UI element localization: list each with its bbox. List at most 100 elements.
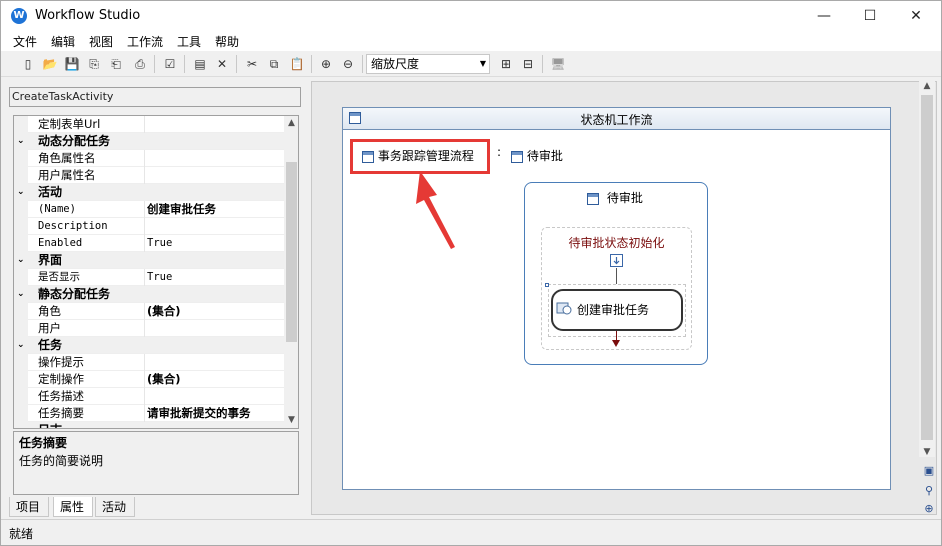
row-gutter	[14, 371, 28, 388]
import-icon[interactable]: ⎗	[107, 55, 125, 73]
pan-icon[interactable]: ⊕	[921, 501, 937, 517]
scroll-up-icon[interactable]: ▲	[284, 116, 298, 131]
state-chip-label: 事务跟踪管理流程	[377, 149, 474, 163]
property-row[interactable]: (Name) 创建审批任务	[14, 201, 284, 218]
category-label: 日志	[38, 422, 144, 428]
property-row[interactable]: 用户属性名	[14, 167, 284, 184]
state-chip-process[interactable]: 事务跟踪管理流程	[362, 147, 474, 164]
column-divider	[144, 167, 145, 184]
cut-icon[interactable]: ✂	[243, 55, 261, 73]
property-value[interactable]: True	[147, 269, 283, 285]
zoom-select[interactable]: 缩放尺度 ▼	[366, 54, 490, 74]
copy-icon[interactable]: ⧉	[265, 55, 283, 73]
tab-activities[interactable]: 活动	[95, 497, 135, 517]
row-gutter	[14, 354, 28, 371]
menu-edit[interactable]: 编辑	[51, 33, 75, 50]
open-folder-icon[interactable]: 📂	[41, 55, 59, 73]
scroll-up-icon[interactable]: ▲	[919, 81, 935, 91]
collapse-chevron-icon[interactable]: ⌄	[17, 337, 25, 353]
property-category[interactable]: ⌄ 动态分配任务	[14, 133, 284, 150]
toolbar-separator	[542, 55, 543, 73]
property-category[interactable]: ⌄ 任务	[14, 337, 284, 354]
menu-view[interactable]: 视图	[89, 33, 113, 50]
workflow-title: 状态机工作流	[580, 113, 653, 127]
paste-icon[interactable]: 📋	[288, 55, 306, 73]
tab-properties[interactable]: 属性	[53, 497, 93, 517]
minimize-button[interactable]: —	[801, 1, 847, 31]
collapse-chevron-icon[interactable]: ⌄	[17, 133, 25, 149]
zoom-in-icon[interactable]: ⊕	[317, 55, 335, 73]
property-row[interactable]: 角色属性名	[14, 150, 284, 167]
toolbar-separator	[154, 55, 155, 73]
scroll-down-icon[interactable]: ▼	[919, 447, 935, 457]
property-category[interactable]: ⌄ 活动	[14, 184, 284, 201]
property-value[interactable]: True	[147, 235, 283, 251]
save-icon[interactable]: 💾	[63, 55, 81, 73]
print-preview-icon[interactable]: ▣	[921, 463, 937, 479]
new-file-icon[interactable]: ▯	[19, 55, 37, 73]
property-row[interactable]: 是否显示 True	[14, 269, 284, 286]
property-category[interactable]: ⌄ 界面	[14, 252, 284, 269]
collapse-chevron-icon[interactable]: ⌄	[17, 252, 25, 268]
property-value[interactable]: 创建审批任务	[147, 201, 283, 217]
task-icon	[556, 300, 572, 316]
find-icon[interactable]: ⚲	[921, 483, 937, 499]
zoom-out-icon[interactable]: ⊖	[339, 55, 357, 73]
selection-handle[interactable]	[545, 283, 549, 287]
toolbar-separator	[184, 55, 185, 73]
scrollbar-thumb[interactable]	[286, 162, 297, 342]
row-gutter	[14, 235, 28, 252]
export-icon[interactable]: ⎘	[85, 55, 103, 73]
property-row[interactable]: 用户	[14, 320, 284, 337]
object-selector[interactable]: CreateTaskActivity	[9, 87, 301, 107]
collapse-chevron-icon[interactable]: ⌄	[17, 422, 25, 428]
tab-project[interactable]: 项目	[9, 497, 49, 517]
property-row[interactable]: 操作提示	[14, 354, 284, 371]
property-category[interactable]: ⌄ 日志	[14, 422, 284, 428]
property-scrollbar[interactable]: ▲ ▼	[284, 116, 298, 428]
state-icon	[511, 150, 523, 163]
property-row[interactable]: Description	[14, 218, 284, 235]
property-row[interactable]: 定制操作 (集合)	[14, 371, 284, 388]
maximize-button[interactable]: ☐	[847, 1, 893, 31]
property-value[interactable]: 请审批新提交的事务	[147, 405, 283, 421]
validate-icon[interactable]: ☑	[161, 55, 179, 73]
property-row[interactable]: Enabled True	[14, 235, 284, 252]
property-row[interactable]: 任务摘要 请审批新提交的事务	[14, 405, 284, 422]
scrollbar-thumb[interactable]	[921, 95, 933, 440]
menu-help[interactable]: 帮助	[215, 33, 239, 50]
menu-bar: 文件 编辑 视图 工作流 工具 帮助	[1, 31, 941, 51]
property-value[interactable]: (集合)	[147, 303, 283, 319]
property-row[interactable]: 定制表单Url	[14, 116, 284, 133]
property-value[interactable]: (集合)	[147, 371, 283, 387]
expand-icon[interactable]: ⊞	[497, 55, 515, 73]
state-icon	[362, 150, 374, 163]
property-grid: 定制表单Url ⌄ 动态分配任务 角色属性名 用户属性名 ⌄ 活动 (Name) 创建审批任务 D…	[13, 115, 299, 429]
collapse-icon[interactable]: ⊟	[519, 55, 537, 73]
collapse-chevron-icon[interactable]: ⌄	[17, 286, 25, 302]
column-divider	[144, 201, 145, 218]
property-name: 用户属性名	[38, 168, 96, 182]
state-chip-pending[interactable]: 待审批	[511, 147, 563, 164]
delete-icon[interactable]: ✕	[213, 55, 231, 73]
toolbar-separator	[236, 55, 237, 73]
menu-workflow[interactable]: 工作流	[127, 33, 163, 50]
designer-scrollbar[interactable]: ▲ ▼	[919, 81, 935, 457]
category-label: 静态分配任务	[38, 287, 111, 301]
title-bar: W Workflow Studio — ☐ ✕	[1, 1, 941, 31]
property-category[interactable]: ⌄ 静态分配任务	[14, 286, 284, 303]
print-icon[interactable]: ⎙	[131, 55, 149, 73]
menu-tools[interactable]: 工具	[177, 33, 201, 50]
column-divider	[144, 235, 145, 252]
properties-icon[interactable]: ▤	[191, 55, 209, 73]
arrow-down-icon	[612, 340, 620, 347]
collapse-chevron-icon[interactable]: ⌄	[17, 184, 25, 200]
property-row[interactable]: 任务描述	[14, 388, 284, 405]
close-button[interactable]: ✕	[893, 1, 939, 31]
property-row[interactable]: 角色 (集合)	[14, 303, 284, 320]
state-chip-label: 待审批	[526, 149, 563, 163]
column-divider	[144, 405, 145, 422]
column-divider	[144, 303, 145, 320]
menu-file[interactable]: 文件	[13, 33, 37, 50]
scroll-down-icon[interactable]: ▼	[284, 413, 298, 428]
